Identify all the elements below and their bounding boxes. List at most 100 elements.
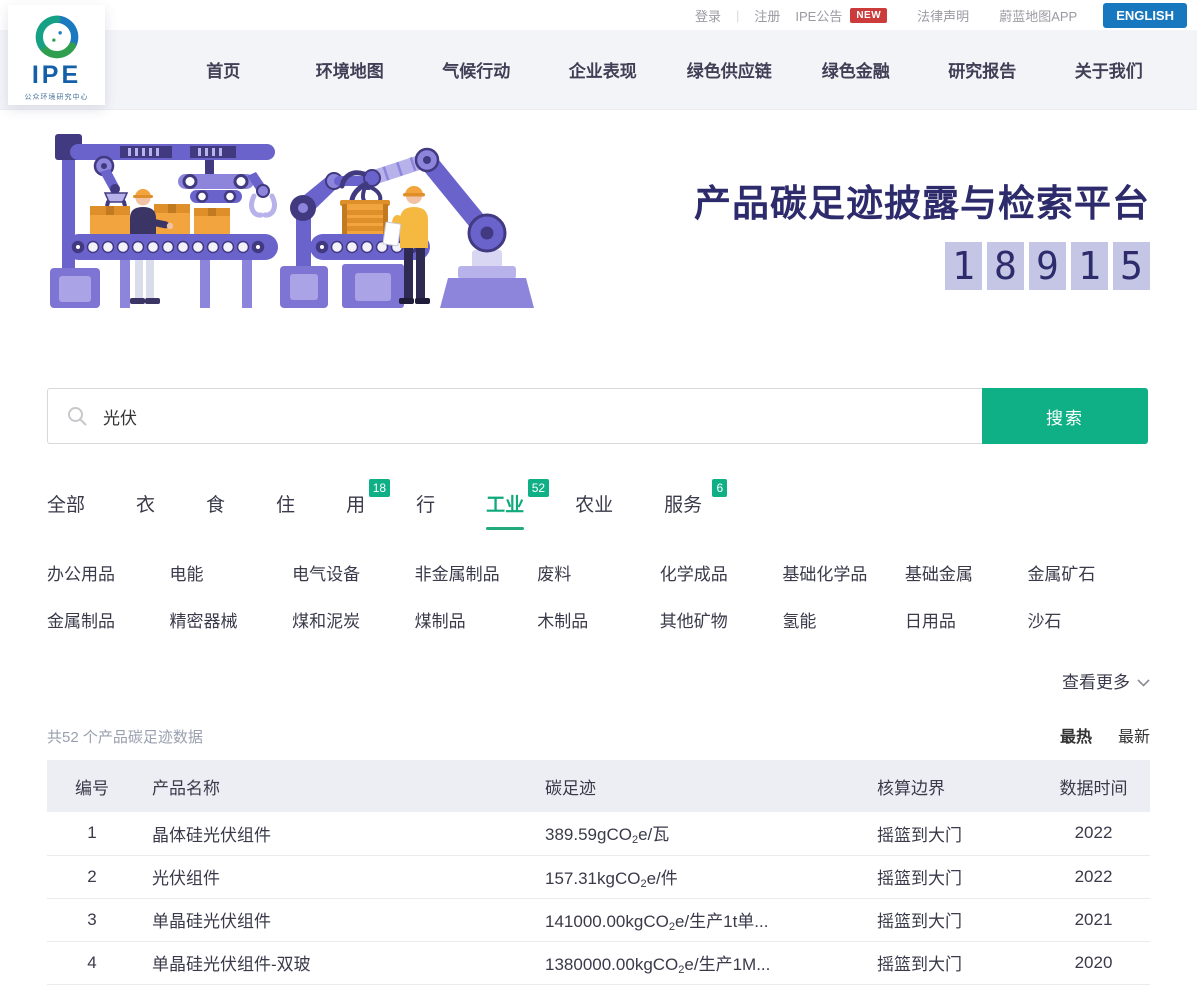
- subcategory-item[interactable]: 煤和泥炭: [292, 607, 415, 632]
- counter-digit: 1: [945, 242, 982, 290]
- search-box[interactable]: [47, 388, 982, 444]
- nav-item-reports[interactable]: 研究报告: [919, 57, 1046, 82]
- category-tabs: 全部 衣 食 住 用18 行 工业52 农业 服务6: [47, 490, 1150, 530]
- topbar-divider: |: [736, 8, 739, 23]
- cell-product-name[interactable]: 单晶硅光伏组件: [137, 898, 537, 941]
- cell-product-name[interactable]: 晶体硅光伏组件: [137, 812, 537, 855]
- tab-clothing[interactable]: 衣: [136, 490, 155, 530]
- cell-carbon-footprint: 157.31kgCO2e/件: [537, 855, 877, 898]
- cell-carbon-footprint: 141000.00kgCO2e/生产1t单...: [537, 898, 877, 941]
- cell-year: 2021: [1037, 898, 1150, 941]
- subcategory-item[interactable]: 金属矿石: [1027, 560, 1150, 585]
- topbar: 登录 | 注册 IPE公告 NEW 法律声明 蔚蓝地图APP ENGLISH: [0, 0, 1197, 30]
- fp-value: 389.59gCO: [545, 825, 632, 844]
- ipe-logo[interactable]: IPE 公众环境研究中心: [8, 5, 105, 105]
- cell-no: 3: [47, 898, 137, 941]
- ipe-swirl-icon: [32, 12, 82, 62]
- nav-item-green-supply[interactable]: 绿色供应链: [666, 57, 793, 82]
- table-row[interactable]: 1 晶体硅光伏组件 389.59gCO2e/瓦 摇篮到大门 2022: [47, 812, 1150, 855]
- search-input[interactable]: [101, 405, 982, 427]
- main-nav: 首页 环境地图 气候行动 企业表现 绿色供应链 绿色金融 研究报告 关于我们: [0, 30, 1197, 110]
- subcategory-item[interactable]: 日用品: [905, 607, 1028, 632]
- counter-digit: 5: [1113, 242, 1150, 290]
- sort-newest[interactable]: 最新: [1118, 723, 1150, 747]
- fp-unit: e/生产1M...: [684, 955, 770, 974]
- cell-boundary: 摇篮到大门: [877, 898, 1037, 941]
- subcategory-item[interactable]: 基础金属: [905, 560, 1028, 585]
- fp-unit: e/件: [647, 869, 678, 888]
- subcategory-item[interactable]: 电气设备: [292, 560, 415, 585]
- subcategory-item[interactable]: 废料: [537, 560, 660, 585]
- header-boundary: 核算边界: [877, 760, 1037, 812]
- login-link[interactable]: 登录: [695, 6, 721, 25]
- tab-transport[interactable]: 行: [416, 490, 435, 530]
- hero-illustration: [42, 126, 547, 311]
- logo-subtitle: 公众环境研究中心: [25, 92, 89, 102]
- subcategory-item[interactable]: 基础化学品: [782, 560, 905, 585]
- subcategory-item[interactable]: 电能: [170, 560, 293, 585]
- results-bar: 共52 个产品碳足迹数据 最热 最新: [47, 723, 1150, 747]
- search-button[interactable]: 搜索: [982, 388, 1148, 444]
- table-row[interactable]: 2 光伏组件 157.31kgCO2e/件 摇篮到大门 2022: [47, 855, 1150, 898]
- cell-no: 1: [47, 812, 137, 855]
- header-data-year: 数据时间: [1037, 760, 1150, 812]
- header-carbon-footprint: 碳足迹: [537, 760, 877, 812]
- nav-item-about[interactable]: 关于我们: [1046, 57, 1173, 82]
- cell-boundary: 摇篮到大门: [877, 941, 1037, 984]
- register-link[interactable]: 注册: [754, 6, 780, 25]
- announcement-link[interactable]: IPE公告: [795, 6, 842, 25]
- nav-item-green-finance[interactable]: 绿色金融: [793, 57, 920, 82]
- tab-agriculture[interactable]: 农业: [575, 490, 613, 530]
- subcategory-item[interactable]: 氢能: [782, 607, 905, 632]
- sort-hottest[interactable]: 最热: [1060, 723, 1092, 747]
- subcategory-item[interactable]: 办公用品: [47, 560, 170, 585]
- legal-link[interactable]: 法律声明: [917, 6, 969, 25]
- subcategory-item[interactable]: 煤制品: [415, 607, 538, 632]
- nav-item-env-map[interactable]: 环境地图: [287, 57, 414, 82]
- subcategory-item[interactable]: 金属制品: [47, 607, 170, 632]
- tab-housing[interactable]: 住: [276, 490, 295, 530]
- tab-services[interactable]: 服务6: [664, 490, 702, 530]
- subcategory-item[interactable]: 沙石: [1027, 607, 1150, 632]
- cell-product-name[interactable]: 单晶硅光伏组件-双玻: [137, 941, 537, 984]
- hero-section: 产品碳足迹披露与检索平台 1 8 9 1 5: [0, 110, 1197, 340]
- tab-food[interactable]: 食: [206, 490, 225, 530]
- subcategory-item[interactable]: 精密器械: [170, 607, 293, 632]
- cell-year: 2022: [1037, 855, 1150, 898]
- subcategory-item[interactable]: 其他矿物: [660, 607, 783, 632]
- english-button[interactable]: ENGLISH: [1103, 3, 1187, 28]
- nav-item-climate[interactable]: 气候行动: [413, 57, 540, 82]
- header-product-name: 产品名称: [137, 760, 537, 812]
- count-badge: 18: [369, 479, 390, 497]
- nav-item-corporate[interactable]: 企业表现: [540, 57, 667, 82]
- view-more-label: 查看更多: [1062, 673, 1130, 692]
- cell-no: 4: [47, 941, 137, 984]
- tab-label: 工业: [486, 495, 524, 516]
- tab-daily-use[interactable]: 用18: [346, 490, 365, 530]
- chevron-down-icon: [1137, 679, 1150, 687]
- subcategory-item[interactable]: 非金属制品: [415, 560, 538, 585]
- cell-year: 2020: [1037, 941, 1150, 984]
- app-link[interactable]: 蔚蓝地图APP: [999, 6, 1077, 25]
- view-more-button[interactable]: 查看更多: [47, 668, 1150, 693]
- fp-value: 141000.00kgCO: [545, 912, 669, 931]
- nav-item-home[interactable]: 首页: [160, 57, 287, 82]
- cell-carbon-footprint: 1380000.00kgCO2e/生产1M...: [537, 941, 877, 984]
- page-title: 产品碳足迹披露与检索平台: [694, 173, 1150, 227]
- tab-all[interactable]: 全部: [47, 490, 85, 530]
- cell-year: 2022: [1037, 812, 1150, 855]
- carbon-footprint-table: 编号 产品名称 碳足迹 核算边界 数据时间 1 晶体硅光伏组件 389.59gC…: [47, 760, 1150, 985]
- cell-product-name[interactable]: 光伏组件: [137, 855, 537, 898]
- tab-industry[interactable]: 工业52: [486, 490, 524, 530]
- subcategory-item[interactable]: 木制品: [537, 607, 660, 632]
- search-icon: [66, 405, 88, 427]
- counter-digit: 9: [1029, 242, 1066, 290]
- logo-title: IPE: [32, 63, 81, 88]
- cell-boundary: 摇篮到大门: [877, 812, 1037, 855]
- counter-digit: 8: [987, 242, 1024, 290]
- table-row[interactable]: 3 单晶硅光伏组件 141000.00kgCO2e/生产1t单... 摇篮到大门…: [47, 898, 1150, 941]
- table-row[interactable]: 4 单晶硅光伏组件-双玻 1380000.00kgCO2e/生产1M... 摇篮…: [47, 941, 1150, 984]
- subcategory-item[interactable]: 化学成品: [660, 560, 783, 585]
- cell-no: 2: [47, 855, 137, 898]
- search-bar: 搜索: [47, 388, 1148, 444]
